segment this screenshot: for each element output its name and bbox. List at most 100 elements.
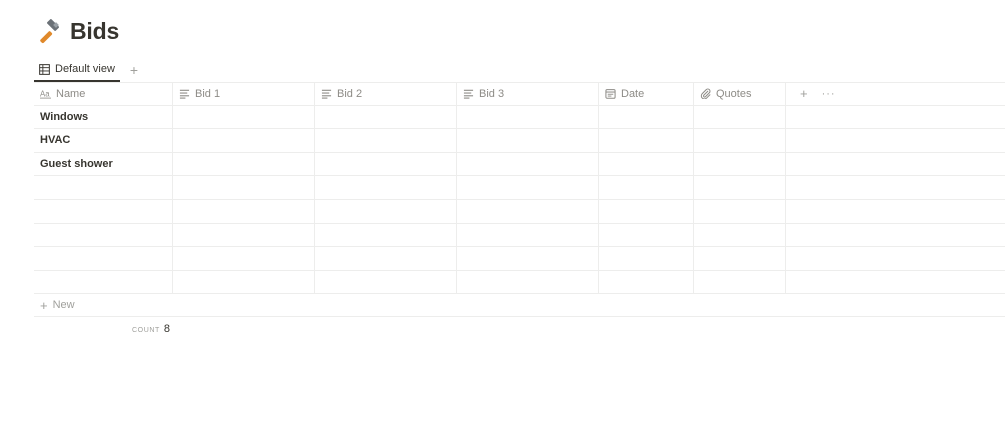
cell-extra: [786, 176, 1005, 199]
cell-bid-1[interactable]: [173, 247, 315, 270]
cell-extra: [786, 153, 1005, 176]
table-header-row: Aa Name Bid 1 Bid 2 Bid 3 Date Quotes + …: [34, 82, 1005, 106]
count-calculation[interactable]: COUNT 8: [132, 323, 170, 335]
cell-bid-2[interactable]: [315, 247, 457, 270]
plus-icon: +: [40, 297, 48, 313]
row-name: HVAC: [40, 134, 71, 147]
row-name: Windows: [40, 110, 89, 123]
cell-extra: [786, 106, 1005, 129]
cell-date[interactable]: [599, 270, 694, 294]
cell-bid-3[interactable]: [457, 223, 599, 247]
cell-extra: [786, 200, 1005, 223]
cell-date[interactable]: [599, 176, 694, 199]
cell-name[interactable]: HVAC: [34, 129, 173, 152]
text-lines-icon: [179, 90, 190, 99]
calendar-icon: [605, 89, 616, 100]
cell-bid-1[interactable]: [173, 176, 315, 199]
cell-bid-1[interactable]: [173, 105, 315, 129]
cell-name[interactable]: Guest shower: [34, 152, 173, 176]
cell-quotes[interactable]: [694, 223, 786, 247]
cell-name[interactable]: [34, 247, 173, 270]
cell-quotes[interactable]: [694, 247, 786, 270]
cell-bid-3[interactable]: [457, 247, 599, 270]
table-row[interactable]: HVAC: [34, 129, 1005, 153]
cell-extra: [786, 271, 1005, 294]
column-header-actions: + ···: [786, 83, 1005, 105]
cell-bid-3[interactable]: [457, 129, 599, 152]
database-table: Aa Name Bid 1 Bid 2 Bid 3 Date Quotes + …: [34, 82, 1005, 318]
new-row-label: New: [52, 299, 75, 312]
cell-quotes[interactable]: [694, 176, 786, 199]
cell-quotes[interactable]: [694, 129, 786, 152]
cell-name[interactable]: [34, 270, 173, 294]
cell-bid-3[interactable]: [457, 199, 599, 223]
table-body: Windows HVAC Guest shower: [34, 105, 1005, 295]
text-lines-icon: [463, 90, 474, 99]
cell-bid-3[interactable]: [457, 152, 599, 176]
cell-bid-3[interactable]: [457, 176, 599, 199]
cell-bid-2[interactable]: [315, 270, 457, 294]
cell-bid-1[interactable]: [173, 129, 315, 152]
cell-bid-2[interactable]: [315, 176, 457, 199]
table-row[interactable]: Windows: [34, 105, 1005, 130]
cell-date[interactable]: [599, 247, 694, 270]
text-lines-icon: [321, 90, 332, 99]
cell-bid-2[interactable]: [315, 152, 457, 176]
cell-name[interactable]: [34, 176, 173, 199]
cell-extra: [786, 224, 1005, 247]
cell-bid-2[interactable]: [315, 129, 457, 152]
cell-date[interactable]: [599, 105, 694, 129]
cell-bid-1[interactable]: [173, 152, 315, 176]
title-text-icon: Aa: [40, 90, 51, 99]
table-row[interactable]: [34, 176, 1005, 200]
new-row-button[interactable]: + New: [34, 294, 1005, 318]
cell-bid-1[interactable]: [173, 270, 315, 294]
cell-extra: [786, 247, 1005, 270]
column-header-bid-2[interactable]: Bid 2: [315, 83, 457, 105]
cell-bid-1[interactable]: [173, 199, 315, 223]
cell-date[interactable]: [599, 129, 694, 152]
table-row[interactable]: Guest shower: [34, 152, 1005, 177]
cell-date[interactable]: [599, 223, 694, 247]
cell-extra: [786, 129, 1005, 152]
table-row[interactable]: [34, 199, 1005, 224]
cell-quotes[interactable]: [694, 199, 786, 223]
cell-name[interactable]: [34, 199, 173, 223]
more-options-icon[interactable]: ···: [822, 88, 836, 100]
cell-bid-1[interactable]: [173, 223, 315, 247]
cell-bid-3[interactable]: [457, 105, 599, 129]
column-header-date[interactable]: Date: [599, 83, 694, 105]
cell-name[interactable]: [34, 223, 173, 247]
table-row[interactable]: [34, 247, 1005, 271]
column-header-bid-1[interactable]: Bid 1: [173, 83, 315, 105]
row-name: Guest shower: [40, 158, 113, 171]
cell-bid-3[interactable]: [457, 270, 599, 294]
hammer-icon[interactable]: [36, 18, 62, 45]
table-icon: [39, 63, 50, 75]
cell-bid-2[interactable]: [315, 105, 457, 129]
cell-quotes[interactable]: [694, 105, 786, 129]
cell-bid-2[interactable]: [315, 199, 457, 223]
cell-name[interactable]: Windows: [34, 105, 173, 129]
cell-date[interactable]: [599, 152, 694, 176]
view-tabs: Default view +: [34, 58, 142, 82]
cell-quotes[interactable]: [694, 270, 786, 294]
paperclip-icon: [700, 88, 711, 100]
cell-bid-2[interactable]: [315, 223, 457, 247]
add-view-button[interactable]: +: [126, 62, 142, 78]
cell-date[interactable]: [599, 199, 694, 223]
count-label: COUNT: [132, 327, 160, 334]
column-header-quotes[interactable]: Quotes: [694, 83, 786, 105]
column-header-bid-3[interactable]: Bid 3: [457, 83, 599, 105]
column-header-name[interactable]: Aa Name: [34, 83, 173, 105]
page-title[interactable]: Bids: [70, 18, 119, 45]
tab-default-view[interactable]: Default view: [34, 58, 120, 82]
tab-label: Default view: [55, 63, 115, 75]
table-row[interactable]: [34, 223, 1005, 248]
page-header: Bids: [36, 18, 119, 45]
svg-text:Aa: Aa: [40, 90, 50, 99]
count-value: 8: [163, 323, 171, 335]
cell-quotes[interactable]: [694, 152, 786, 176]
add-column-button[interactable]: +: [800, 86, 808, 101]
table-row[interactable]: [34, 270, 1005, 295]
